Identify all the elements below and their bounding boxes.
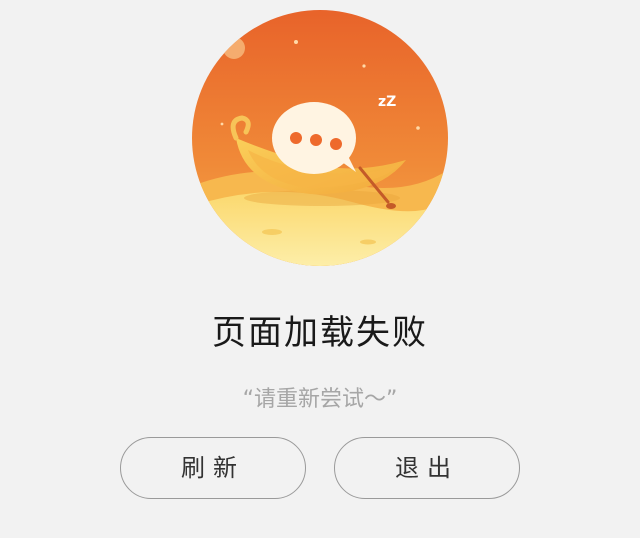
moon-icon bbox=[223, 37, 245, 59]
refresh-button[interactable]: 刷新 bbox=[120, 437, 306, 499]
exit-button[interactable]: 退出 bbox=[334, 437, 520, 499]
error-subtitle: “请重新尝试～” bbox=[242, 387, 398, 412]
error-title: 页面加载失败 bbox=[212, 313, 428, 353]
error-page: zZ 页面加载失败 “请重新尝试～” 刷新 退出 bbox=[0, 0, 640, 538]
zzz-icon: zZ bbox=[378, 94, 396, 110]
sleeping-boat-illustration-icon: zZ bbox=[192, 10, 448, 266]
